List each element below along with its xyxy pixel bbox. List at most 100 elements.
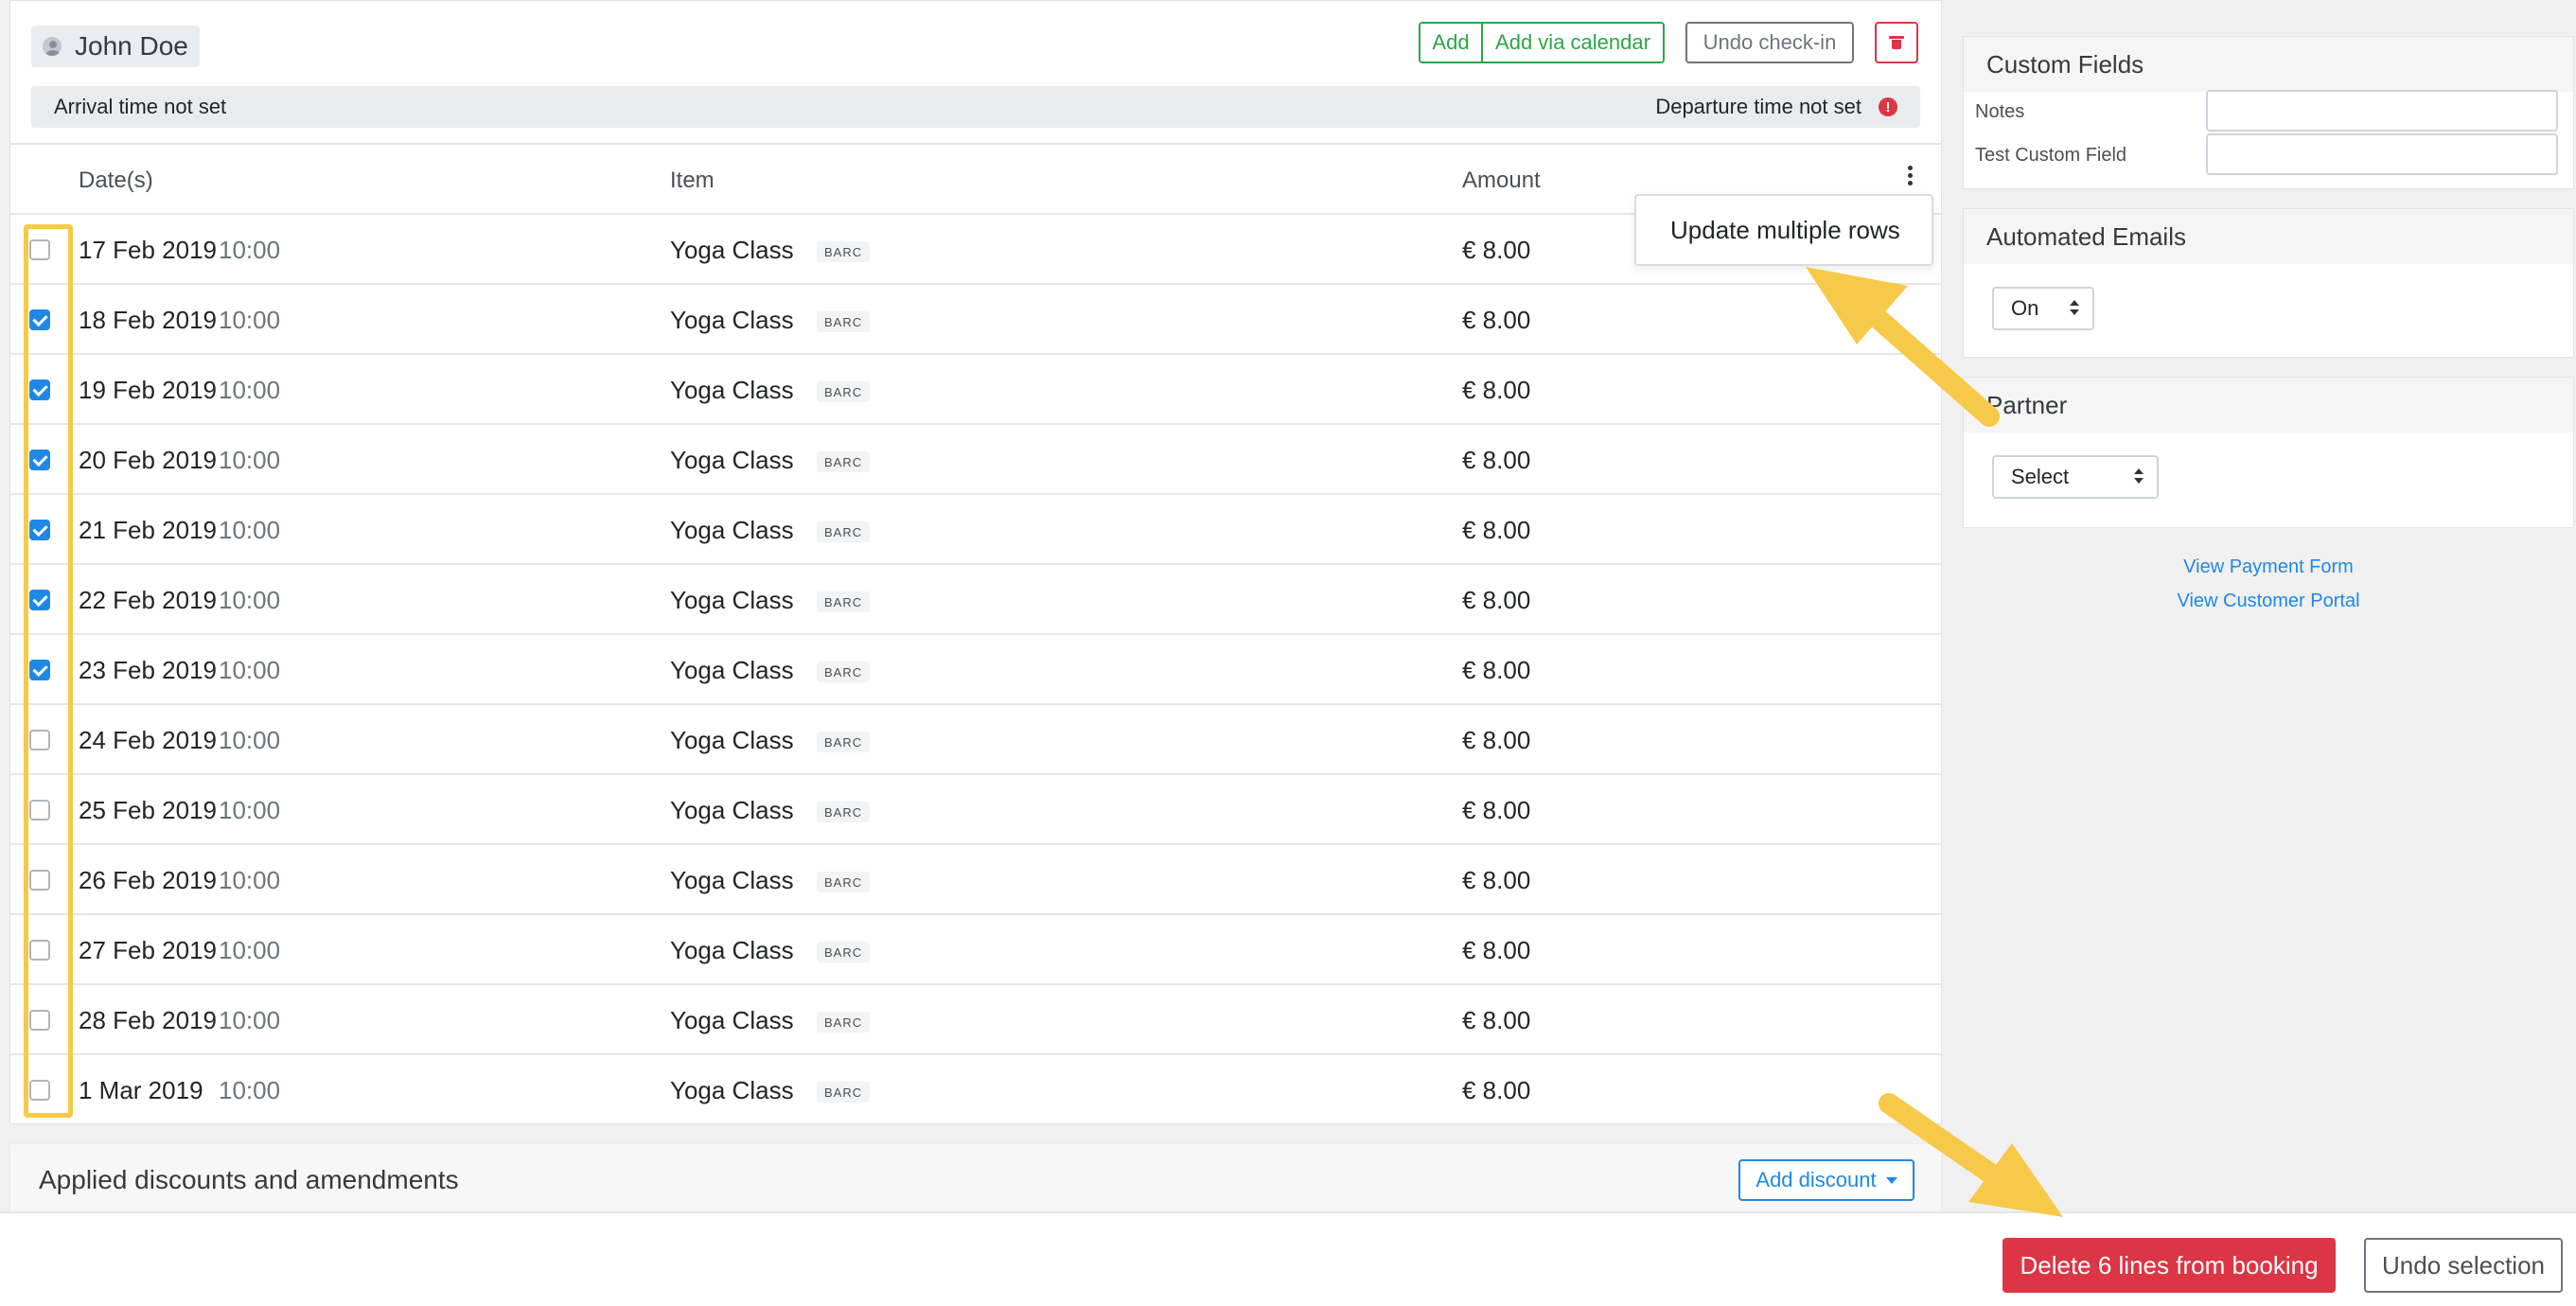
row-amount: € 8.00 [1462,936,1531,964]
row-amount: € 8.00 [1462,236,1531,264]
row-date: 23 Feb 2019 [79,656,218,684]
row-tag-badge: BARC [817,1012,871,1032]
caret-down-icon [1885,1176,1897,1184]
row-tag-badge: BARC [817,802,871,822]
row-time: 10:00 [219,516,281,544]
row-tag-badge: BARC [817,311,871,332]
row-time: 10:00 [219,656,281,684]
row-amount: € 8.00 [1462,376,1531,404]
row-tag-badge: BARC [817,732,871,752]
undo-checkin-button[interactable]: Undo check-in [1685,22,1854,63]
row-tag-badge: BARC [817,1082,871,1103]
row-tag-badge: BARC [817,872,871,892]
undo-selection-button[interactable]: Undo selection [2364,1238,2563,1293]
row-time: 10:00 [219,1076,281,1104]
add-via-calendar-button[interactable]: Add via calendar [1481,24,1663,62]
table-row: 19 Feb 2019 10:00 Yoga Class BARC € 8.00 [10,353,1941,423]
row-amount: € 8.00 [1462,446,1531,474]
table-row: 20 Feb 2019 10:00 Yoga Class BARC € 8.00 [10,423,1941,493]
row-time: 10:00 [219,376,281,404]
add-discount-button[interactable]: Add discount [1738,1159,1914,1201]
row-amount: € 8.00 [1462,306,1531,334]
notes-label: Notes [1975,101,2025,122]
row-item: Yoga Class [670,936,794,964]
row-amount: € 8.00 [1462,516,1531,544]
table-row: 21 Feb 2019 10:00 Yoga Class BARC € 8.00 [10,493,1941,563]
automated-emails-selected: On [2011,296,2039,320]
update-multiple-rows-menu-item[interactable]: Update multiple rows [1634,194,1933,266]
departure-time-text: Departure time not set [1655,95,1861,118]
time-bar: Arrival time not set Departure time not … [31,86,1920,128]
alert-circle-icon: ! [1879,97,1897,116]
partner-select[interactable]: Select [1992,455,2159,499]
notes-input[interactable] [2206,90,2558,132]
row-amount: € 8.00 [1462,656,1531,684]
discounts-title: Applied discounts and amendments [39,1165,459,1194]
table-row: 1 Mar 2019 10:00 Yoga Class BARC € 8.00 [10,1053,1941,1123]
row-tag-badge: BARC [817,521,871,542]
row-item: Yoga Class [670,376,794,404]
row-date: 20 Feb 2019 [79,446,218,474]
table-row: 18 Feb 2019 10:00 Yoga Class BARC € 8.00 [10,283,1941,353]
user-avatar-icon [41,35,63,58]
table-row: 24 Feb 2019 10:00 Yoga Class BARC € 8.00 [10,703,1941,773]
row-tag-badge: BARC [817,451,871,472]
header-divider [10,143,1941,145]
column-header-amount: Amount [1462,168,1541,193]
row-date: 18 Feb 2019 [79,306,218,334]
row-date: 24 Feb 2019 [79,726,218,754]
table-row: 28 Feb 2019 10:00 Yoga Class BARC € 8.00 [10,983,1941,1053]
table-row: 25 Feb 2019 10:00 Yoga Class BARC € 8.00 [10,773,1941,843]
row-amount: € 8.00 [1462,796,1531,824]
row-time: 10:00 [219,1006,281,1034]
row-item: Yoga Class [670,656,794,684]
row-time: 10:00 [219,796,281,824]
row-tag-badge: BARC [817,381,871,402]
row-date: 17 Feb 2019 [79,236,218,264]
view-customer-portal-link[interactable]: View Customer Portal [1963,591,2574,612]
row-time: 10:00 [219,446,281,474]
updown-arrows-icon [2134,468,2144,485]
automated-emails-panel: Automated Emails On [1963,208,2574,358]
trash-icon [1889,36,1904,49]
row-item: Yoga Class [670,796,794,824]
row-item: Yoga Class [670,586,794,614]
row-amount: € 8.00 [1462,866,1531,894]
partner-selected: Select [2011,465,2070,488]
custom-fields-panel: Custom Fields Notes Test Custom Field [1963,36,2574,189]
table-row: 22 Feb 2019 10:00 Yoga Class BARC € 8.00 [10,563,1941,633]
row-time: 10:00 [219,726,281,754]
table-row: 23 Feb 2019 10:00 Yoga Class BARC € 8.00 [10,633,1941,703]
test-custom-field-input[interactable] [2206,133,2558,175]
booking-card: John Doe Add Add via calendar Undo check… [9,0,1942,1124]
row-amount: € 8.00 [1462,1076,1531,1104]
row-date: 19 Feb 2019 [79,376,218,404]
row-date: 1 Mar 2019 [79,1076,203,1104]
column-header-dates: Date(s) [79,168,153,193]
row-date: 21 Feb 2019 [79,516,218,544]
kebab-menu-icon[interactable] [1907,164,1914,186]
row-tag-badge: BARC [817,662,871,682]
row-item: Yoga Class [670,1076,794,1104]
departure-time-group[interactable]: Departure time not set ! [1655,95,1897,119]
delete-booking-button[interactable] [1875,22,1918,63]
booking-page: John Doe Add Add via calendar Undo check… [0,0,2576,1306]
row-item: Yoga Class [670,726,794,754]
checkbox-column-highlight [24,224,73,1118]
row-date: 28 Feb 2019 [79,1006,218,1034]
view-payment-form-link[interactable]: View Payment Form [1963,556,2574,578]
guest-chip[interactable]: John Doe [31,26,200,67]
table-row: 26 Feb 2019 10:00 Yoga Class BARC € 8.00 [10,843,1941,913]
arrival-time-text[interactable]: Arrival time not set [54,95,226,119]
add-button-group: Add Add via calendar [1419,22,1665,63]
row-tag-badge: BARC [817,591,871,612]
row-date: 22 Feb 2019 [79,586,218,614]
automated-emails-select[interactable]: On [1992,287,2094,330]
test-custom-field-label: Test Custom Field [1975,145,2127,166]
row-tag-badge: BARC [817,241,871,262]
add-button[interactable]: Add [1420,24,1481,62]
row-time: 10:00 [219,306,281,334]
delete-lines-button[interactable]: Delete 6 lines from booking [2003,1238,2336,1293]
table-row: 27 Feb 2019 10:00 Yoga Class BARC € 8.00 [10,913,1941,983]
row-item: Yoga Class [670,866,794,894]
